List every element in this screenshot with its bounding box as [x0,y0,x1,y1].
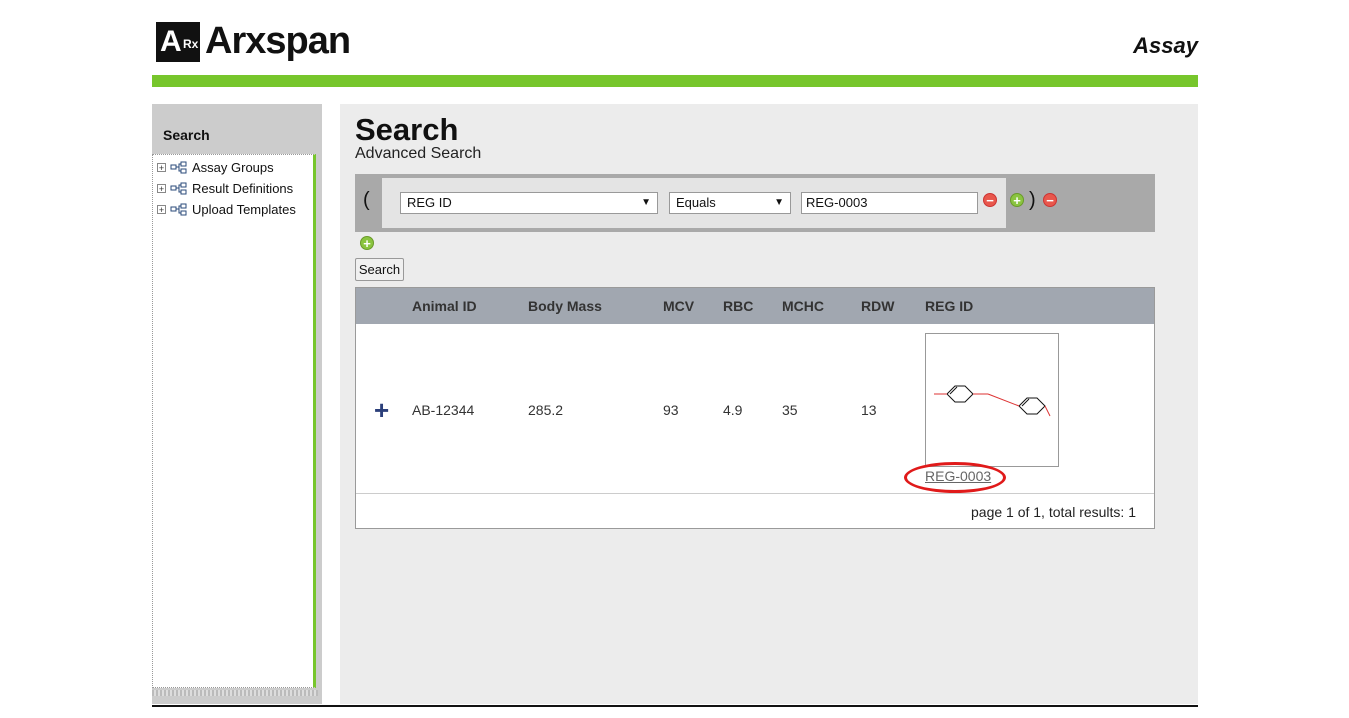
expand-row-icon[interactable]: + [374,397,389,423]
operator-select-value: Equals [676,195,716,210]
cell-rbc: 4.9 [723,402,743,418]
structure-image[interactable] [925,333,1059,467]
pagination-status: page 1 of 1, total results: 1 [971,504,1136,520]
sidebar-item-label: Result Definitions [192,181,294,196]
value-input[interactable]: REG-0003 [801,192,978,214]
hierarchy-icon [170,203,187,215]
logo-text: Arxspan [205,20,351,62]
add-group-icon[interactable]: + [360,236,374,250]
column-header-body-mass[interactable]: Body Mass [528,298,602,314]
highlight-circle [904,462,1006,493]
add-condition-icon[interactable]: + [1010,193,1024,207]
sidebar-title: Search [163,127,210,143]
expand-icon[interactable]: + [157,184,166,194]
cell-rdw: 13 [861,402,877,418]
molecule-structure-icon [934,385,1051,417]
remove-group-icon[interactable]: − [1043,193,1057,207]
column-header-rbc[interactable]: RBC [723,298,753,314]
hierarchy-icon [170,182,187,194]
sidebar-item-upload-templates[interactable]: + Upload Templates [157,202,296,217]
sidebar-item-label: Assay Groups [192,160,274,175]
cell-body-mass: 285.2 [528,402,564,418]
remove-condition-icon[interactable]: − [983,193,997,207]
column-header-reg-id[interactable]: REG ID [925,298,973,314]
dropdown-arrow-icon: ▼ [774,197,784,208]
search-button[interactable]: Search [355,258,404,281]
expand-icon[interactable]: + [157,205,166,215]
cell-mcv: 93 [663,402,679,418]
cell-animal-id: AB-12344 [412,402,475,418]
sidebar-scrollbar[interactable] [152,690,318,696]
expand-icon[interactable]: + [157,163,166,173]
footer-divider [152,705,1198,707]
operator-select[interactable]: Equals ▼ [669,192,791,214]
sidebar-tree: + Assay Groups + Result Definitions + Up… [152,154,316,688]
field-select-value: REG ID [407,195,452,210]
column-header-rdw[interactable]: RDW [861,298,894,314]
page-title: Search [355,112,459,147]
logo-mark: A Rx [156,22,200,62]
row-divider [356,493,1154,494]
dropdown-arrow-icon: ▼ [641,197,651,208]
column-header-mcv[interactable]: MCV [663,298,694,314]
column-header-animal-id[interactable]: Animal ID [412,298,477,314]
field-select[interactable]: REG ID ▼ [400,192,658,214]
header-divider [152,75,1198,87]
sidebar-item-label: Upload Templates [192,202,296,217]
sidebar-item-assay-groups[interactable]: + Assay Groups [157,160,274,175]
page-subtitle: Advanced Search [355,145,482,162]
sidebar-item-result-definitions[interactable]: + Result Definitions [157,181,293,196]
cell-mchc: 35 [782,402,798,418]
open-paren: ( [363,189,370,211]
close-paren: ) [1029,189,1036,211]
app-name: Assay [1133,33,1198,58]
hierarchy-icon [170,161,187,173]
column-header-mchc[interactable]: MCHC [782,298,824,314]
